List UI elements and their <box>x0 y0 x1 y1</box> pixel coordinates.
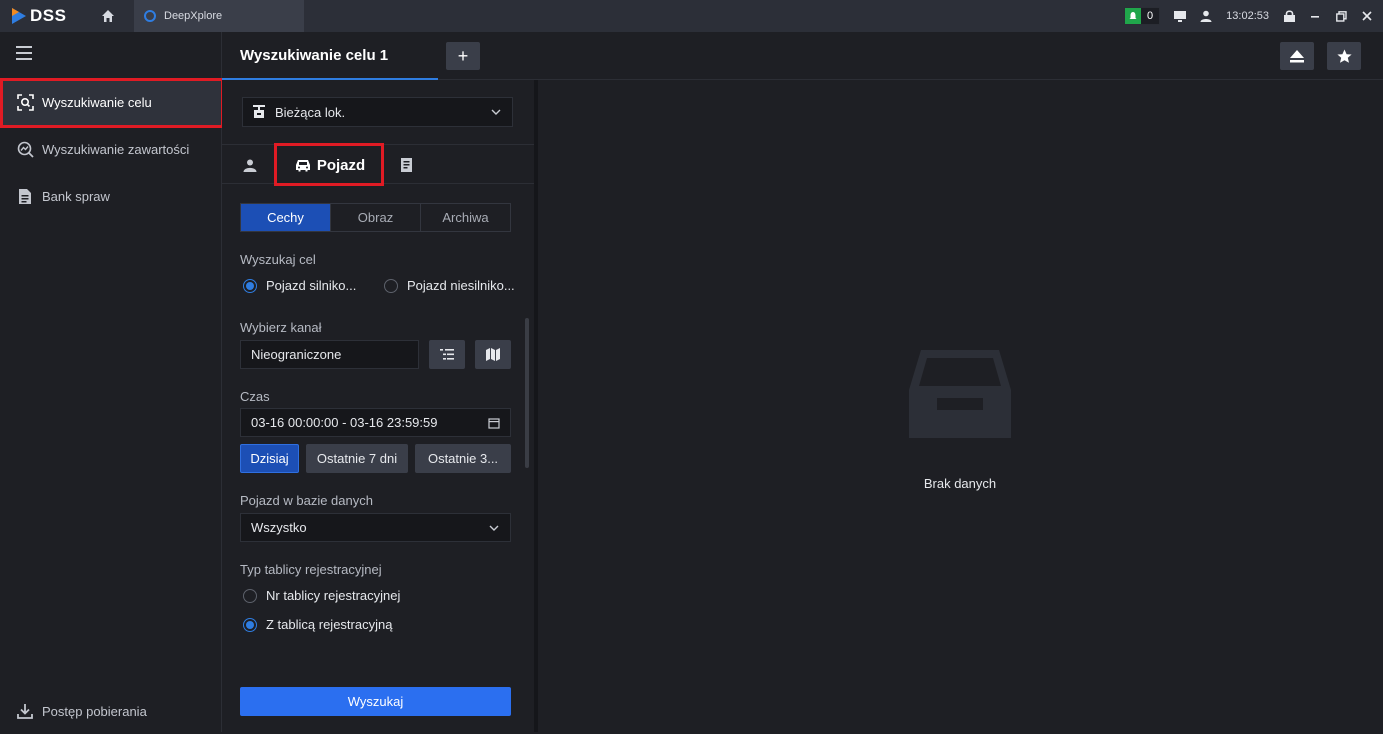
bell-icon <box>1125 8 1142 24</box>
search-mode-segments: Cechy Obraz Archiwa <box>240 203 511 232</box>
empty-tray-icon <box>909 350 1011 438</box>
car-icon <box>295 159 310 171</box>
segment-features[interactable]: Cechy <box>241 204 331 231</box>
minimize-icon[interactable] <box>1309 10 1321 22</box>
last-30-days-button[interactable]: Ostatnie 3... <box>415 444 511 473</box>
channel-map-button[interactable] <box>475 340 511 369</box>
tab-label: Wyszukiwanie celu 1 <box>240 46 389 64</box>
content-search-icon <box>16 140 34 158</box>
radio-plate-number[interactable]: Nr tablicy rejestracyjnej <box>243 588 400 603</box>
notification-indicator[interactable]: 0 <box>1124 7 1161 25</box>
star-icon <box>1336 49 1352 63</box>
home-icon <box>102 10 114 22</box>
close-icon[interactable] <box>1361 10 1373 22</box>
chevron-down-icon <box>491 109 501 115</box>
document-icon <box>400 158 412 172</box>
vehicle-db-label: Pojazd w bazie danych <box>240 493 373 508</box>
segment-image[interactable]: Obraz <box>331 204 421 231</box>
tab-vehicle[interactable]: Pojazd <box>278 145 382 185</box>
dss-logo-icon <box>12 8 26 24</box>
tab-vehicle-label: Pojazd <box>316 156 366 174</box>
tab-bar: Wyszukiwanie celu 1 + <box>222 32 1383 80</box>
nav-item-case-bank[interactable]: Bank spraw <box>0 173 222 219</box>
nav-item-label: Wyszukiwanie celu <box>42 94 152 110</box>
add-tab-button[interactable]: + <box>446 42 480 70</box>
nav-item-label: Wyszukiwanie zawartości <box>42 141 190 157</box>
radio-selected-icon <box>243 278 257 293</box>
today-button[interactable]: Dzisiaj <box>240 444 299 473</box>
time-range-field[interactable]: 03-16 00:00:00 - 03-16 23:59:59 <box>240 408 511 437</box>
logo-text: DSS <box>30 6 67 25</box>
map-icon <box>486 348 500 361</box>
search-target-label: Wyszukaj cel <box>240 252 316 267</box>
vehicle-db-select[interactable]: Wszystko <box>240 513 511 542</box>
location-select[interactable]: Bieżąca lok. <box>242 97 513 127</box>
eject-icon <box>1290 49 1304 62</box>
tab-archive[interactable] <box>388 145 424 185</box>
notification-count: 0 <box>1147 10 1154 22</box>
last-7-days-button[interactable]: Ostatnie 7 dni <box>306 444 408 473</box>
favorite-button[interactable] <box>1327 42 1361 70</box>
radio-unselected-icon <box>384 278 398 293</box>
empty-state-text: Brak danych <box>923 476 997 491</box>
radio-selected-icon <box>243 617 257 632</box>
tab-person[interactable] <box>232 145 268 185</box>
tab-target-search-1[interactable]: Wyszukiwanie celu 1 <box>222 32 438 80</box>
time-label: Czas <box>240 389 270 404</box>
search-button[interactable]: Wyszukaj <box>240 687 511 716</box>
tree-list-icon <box>440 349 454 360</box>
plate-type-label: Typ tablicy rejestracyjnej <box>240 562 382 577</box>
nav-item-target-search[interactable]: Wyszukiwanie celu <box>0 79 222 125</box>
lock-icon[interactable] <box>1283 10 1295 22</box>
eject-button[interactable] <box>1280 42 1314 70</box>
radio-non-motor-vehicle[interactable]: Pojazd niesilniko... <box>384 278 515 293</box>
download-progress-label: Postęp pobierania <box>42 703 147 719</box>
screen-icon[interactable] <box>1174 10 1187 22</box>
person-icon <box>243 159 257 172</box>
radio-label: Pojazd niesilniko... <box>407 278 515 293</box>
app-tab-deepxplore[interactable]: DeepXplore <box>134 0 304 32</box>
vehicle-db-value: Wszystko <box>251 520 307 535</box>
nav-item-label: Bank spraw <box>42 188 110 204</box>
download-icon <box>16 702 34 720</box>
user-icon[interactable] <box>1200 10 1212 22</box>
plus-icon: + <box>457 45 469 66</box>
form-scrollbar[interactable] <box>525 318 529 468</box>
time-range-value: 03-16 00:00:00 - 03-16 23:59:59 <box>251 415 438 430</box>
title-bar: DSS DeepXplore 0 13:02:53 <box>0 0 1383 32</box>
side-navigation: Wyszukiwanie celu Wyszukiwanie zawartośc… <box>0 32 222 732</box>
menu-icon[interactable] <box>16 46 32 62</box>
dss-logo: DSS <box>0 6 88 26</box>
home-button[interactable] <box>88 0 128 32</box>
location-value: Bieżąca lok. <box>275 104 346 120</box>
radio-label: Pojazd silniko... <box>266 278 357 293</box>
app-tab-label: DeepXplore <box>164 10 223 22</box>
download-progress-link[interactable]: Postęp pobierania <box>0 688 222 734</box>
nav-item-content-search[interactable]: Wyszukiwanie zawartości <box>0 126 222 172</box>
location-icon <box>253 105 265 118</box>
channel-list-button[interactable] <box>429 340 465 369</box>
radio-label: Z tablicą rejestracyjną <box>266 617 393 632</box>
radio-with-plate[interactable]: Z tablicą rejestracyjną <box>243 617 392 632</box>
channel-value: Nieograniczone <box>251 347 342 362</box>
deepxplore-icon <box>144 10 156 22</box>
chevron-down-icon <box>489 525 499 531</box>
segment-archives[interactable]: Archiwa <box>421 204 510 231</box>
radio-label: Nr tablicy rejestracyjnej <box>266 588 401 603</box>
target-type-tabs: Pojazd <box>222 144 534 184</box>
restore-icon[interactable] <box>1335 10 1347 22</box>
radio-unselected-icon <box>243 588 257 603</box>
radio-motor-vehicle[interactable]: Pojazd silniko... <box>243 278 356 293</box>
calendar-icon <box>488 418 500 429</box>
case-bank-icon <box>16 187 34 205</box>
target-search-icon <box>16 93 34 111</box>
channel-field[interactable]: Nieograniczone <box>240 340 419 369</box>
clock: 13:02:53 <box>1226 10 1269 22</box>
channel-label: Wybierz kanał <box>240 320 322 335</box>
